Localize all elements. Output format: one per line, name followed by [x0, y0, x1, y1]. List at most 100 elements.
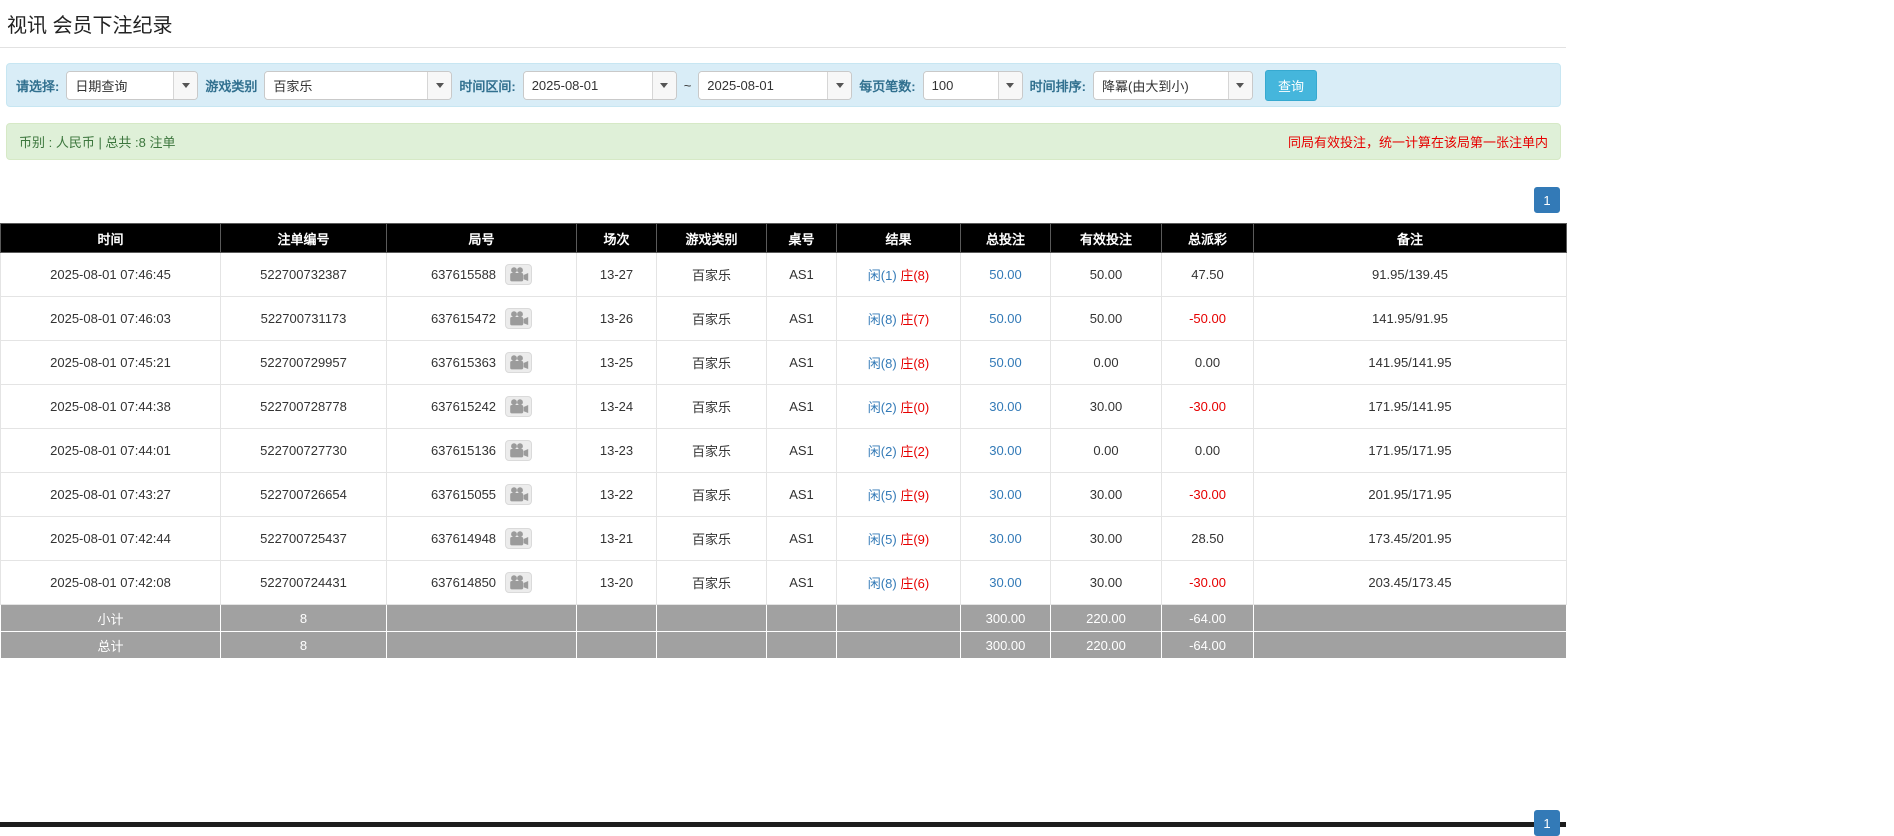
query-type-label: 请选择:	[16, 76, 59, 95]
page-size-caret-button[interactable]	[998, 72, 1022, 99]
footer-empty	[837, 605, 961, 632]
total-bet-link[interactable]: 50.00	[989, 311, 1022, 326]
video-replay-button[interactable]	[505, 440, 532, 461]
video-replay-button[interactable]	[505, 484, 532, 505]
video-replay-button[interactable]	[505, 572, 532, 593]
result-banker: 庄(9)	[900, 488, 929, 503]
total-bet-link[interactable]: 30.00	[989, 531, 1022, 546]
cell-game-type: 百家乐	[657, 517, 767, 561]
sort-caret-button[interactable]	[1228, 72, 1252, 99]
date-to-input[interactable]	[699, 72, 827, 99]
bottom-divider-bar	[0, 822, 1566, 827]
total-bet-link[interactable]: 50.00	[989, 355, 1022, 370]
cell-game-type: 百家乐	[657, 429, 767, 473]
round-id-text: 637615136	[431, 443, 496, 458]
cell-session: 13-20	[577, 561, 657, 605]
video-replay-button[interactable]	[505, 528, 532, 549]
query-button[interactable]: 查询	[1265, 70, 1317, 101]
cell-bet-id: 522700727730	[221, 429, 387, 473]
footer-payout: -64.00	[1162, 605, 1254, 632]
cell-table-no: AS1	[767, 429, 837, 473]
cell-table-no: AS1	[767, 473, 837, 517]
cell-result: 闲(1) 庄(8)	[837, 253, 961, 297]
cell-game-type: 百家乐	[657, 253, 767, 297]
cell-session: 13-22	[577, 473, 657, 517]
cell-total-bet: 50.00	[961, 341, 1051, 385]
date-from-caret-button[interactable]	[652, 72, 676, 99]
content: 视讯 会员下注纪录 请选择: 游戏类别 时间区间: ~ 每页笔数: 时间排序:	[0, 0, 1566, 659]
video-replay-button[interactable]	[505, 308, 532, 329]
table-row: 2025-08-01 07:46:45522700732387637615588…	[1, 253, 1567, 297]
cell-time: 2025-08-01 07:42:44	[1, 517, 221, 561]
cell-time: 2025-08-01 07:43:27	[1, 473, 221, 517]
total-bet-link[interactable]: 30.00	[989, 575, 1022, 590]
page-button[interactable]: 1	[1534, 810, 1560, 836]
video-replay-button[interactable]	[505, 352, 532, 373]
date-to-caret-button[interactable]	[827, 72, 851, 99]
game-type-label: 游戏类别	[205, 76, 257, 95]
video-camera-icon	[509, 531, 529, 547]
date-to-combo	[698, 71, 852, 100]
range-separator: ~	[684, 78, 692, 93]
cell-table-no: AS1	[767, 517, 837, 561]
result-player: 闲(8)	[868, 312, 897, 327]
footer-valid-bet: 220.00	[1051, 605, 1162, 632]
page-size-combo	[923, 71, 1023, 100]
cell-result: 闲(2) 庄(2)	[837, 429, 961, 473]
cell-result: 闲(8) 庄(8)	[837, 341, 961, 385]
cell-payout: 47.50	[1162, 253, 1254, 297]
cell-total-bet: 30.00	[961, 517, 1051, 561]
cell-bet-id: 522700731173	[221, 297, 387, 341]
cell-total-bet: 30.00	[961, 561, 1051, 605]
cell-game-type: 百家乐	[657, 385, 767, 429]
video-replay-button[interactable]	[505, 264, 532, 285]
cell-session: 13-23	[577, 429, 657, 473]
cell-payout: -30.00	[1162, 561, 1254, 605]
header-game-type: 游戏类别	[657, 224, 767, 253]
page-size-input[interactable]	[924, 72, 998, 99]
total-bet-link[interactable]: 30.00	[989, 487, 1022, 502]
cell-session: 13-25	[577, 341, 657, 385]
round-id-text: 637615363	[431, 355, 496, 370]
caret-down-icon	[1236, 83, 1244, 88]
cell-bet-id: 522700725437	[221, 517, 387, 561]
cell-payout: -30.00	[1162, 385, 1254, 429]
game-type-caret-button[interactable]	[427, 72, 451, 99]
round-id-text: 637615055	[431, 487, 496, 502]
page-button[interactable]: 1	[1534, 187, 1560, 213]
total-bet-link[interactable]: 30.00	[989, 443, 1022, 458]
footer-empty	[1254, 632, 1567, 659]
table-row: 2025-08-01 07:43:27522700726654637615055…	[1, 473, 1567, 517]
round-id-text: 637615472	[431, 311, 496, 326]
query-type-caret-button[interactable]	[173, 72, 197, 99]
footer-empty	[387, 605, 577, 632]
table-footer-row: 总计8300.00220.00-64.00	[1, 632, 1567, 659]
cell-total-bet: 30.00	[961, 385, 1051, 429]
video-replay-button[interactable]	[505, 396, 532, 417]
footer-total-bet: 300.00	[961, 605, 1051, 632]
header-bet-id: 注单编号	[221, 224, 387, 253]
header-total-bet: 总投注	[961, 224, 1051, 253]
cell-game-type: 百家乐	[657, 341, 767, 385]
cell-valid-bet: 30.00	[1051, 473, 1162, 517]
cell-note: 203.45/173.45	[1254, 561, 1567, 605]
query-type-input[interactable]	[67, 72, 173, 99]
header-payout: 总派彩	[1162, 224, 1254, 253]
video-camera-icon	[509, 355, 529, 371]
cell-round-id: 637615242	[387, 385, 577, 429]
table-footer-row: 小计8300.00220.00-64.00	[1, 605, 1567, 632]
sort-input[interactable]	[1094, 72, 1228, 99]
total-bet-link[interactable]: 30.00	[989, 399, 1022, 414]
round-id-text: 637614948	[431, 531, 496, 546]
header-time: 时间	[1, 224, 221, 253]
total-bet-link[interactable]: 50.00	[989, 267, 1022, 282]
table-body: 2025-08-01 07:46:45522700732387637615588…	[1, 253, 1567, 605]
video-camera-icon	[509, 443, 529, 459]
caret-down-icon	[660, 83, 668, 88]
cell-bet-id: 522700732387	[221, 253, 387, 297]
footer-empty	[657, 632, 767, 659]
result-banker: 庄(8)	[900, 356, 929, 371]
date-from-input[interactable]	[524, 72, 652, 99]
round-id-text: 637615242	[431, 399, 496, 414]
game-type-input[interactable]	[265, 72, 427, 99]
